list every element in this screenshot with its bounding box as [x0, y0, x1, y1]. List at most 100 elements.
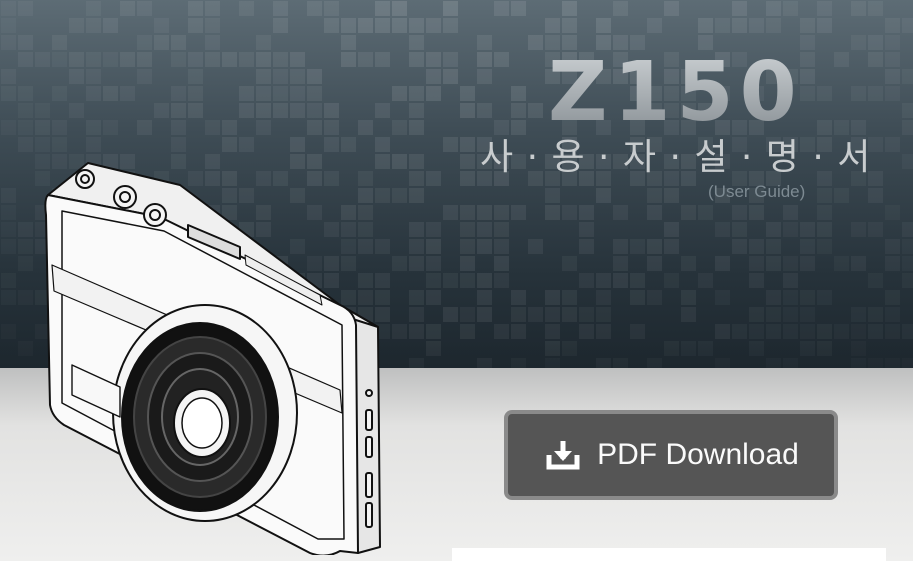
- mosaic-tile: [392, 86, 407, 101]
- mosaic-tile: [86, 18, 101, 33]
- mosaic-tile: [409, 222, 424, 237]
- mosaic-tile: [239, 103, 254, 118]
- mosaic-tile: [902, 324, 913, 339]
- mosaic-tile: [885, 52, 900, 67]
- mosaic-tile: [749, 273, 764, 288]
- mosaic-tile: [817, 239, 832, 254]
- mosaic-tile: [409, 52, 424, 67]
- mosaic-tile: [885, 307, 900, 322]
- mosaic-tile: [715, 324, 730, 339]
- mosaic-tile: [596, 324, 611, 339]
- mosaic-tile: [341, 18, 356, 33]
- mosaic-tile: [902, 154, 913, 169]
- mosaic-tile: [273, 103, 288, 118]
- mosaic-tile: [460, 324, 475, 339]
- mosaic-tile: [18, 35, 33, 50]
- mosaic-tile: [358, 120, 373, 135]
- mosaic-tile: [205, 52, 220, 67]
- mosaic-tile: [562, 18, 577, 33]
- mosaic-tile: [902, 273, 913, 288]
- mosaic-tile: [562, 256, 577, 271]
- mosaic-tile: [596, 273, 611, 288]
- mosaic-tile: [851, 307, 866, 322]
- mosaic-tile: [545, 18, 560, 33]
- mosaic-tile: [1, 205, 16, 220]
- mosaic-tile: [222, 120, 237, 135]
- mosaic-tile: [52, 137, 67, 152]
- mosaic-tile: [18, 290, 33, 305]
- page-title: 사 · 용 · 자 · 설 · 명 · 서: [480, 137, 872, 178]
- mosaic-tile: [460, 239, 475, 254]
- mosaic-tile: [885, 35, 900, 50]
- mosaic-tile: [647, 18, 662, 33]
- mosaic-tile: [596, 307, 611, 322]
- mosaic-tile: [341, 35, 356, 50]
- mosaic-tile: [494, 273, 509, 288]
- mosaic-tile: [205, 1, 220, 16]
- mosaic-tile: [171, 120, 186, 135]
- mosaic-tile: [341, 52, 356, 67]
- mosaic-tile: [698, 273, 713, 288]
- mosaic-tile: [35, 120, 50, 135]
- mosaic-tile: [256, 69, 271, 84]
- mosaic-tile: [86, 52, 101, 67]
- mosaic-tile: [324, 103, 339, 118]
- mosaic-tile: [562, 307, 577, 322]
- mosaic-tile: [545, 188, 560, 203]
- mosaic-tile: [647, 239, 662, 254]
- mosaic-tile: [171, 137, 186, 152]
- mosaic-tile: [69, 18, 84, 33]
- mosaic-tile: [409, 256, 424, 271]
- mosaic-tile: [613, 256, 628, 271]
- mosaic-tile: [426, 171, 441, 186]
- mosaic-tile: [868, 222, 883, 237]
- mosaic-tile: [171, 86, 186, 101]
- mosaic-tile: [868, 188, 883, 203]
- mosaic-tile: [188, 1, 203, 16]
- mosaic-tile: [392, 188, 407, 203]
- mosaic-tile: [86, 137, 101, 152]
- mosaic-tile: [545, 205, 560, 220]
- mosaic-tile: [103, 120, 118, 135]
- mosaic-tile: [18, 137, 33, 152]
- mosaic-tile: [460, 137, 475, 152]
- mosaic-tile: [664, 239, 679, 254]
- mosaic-tile: [188, 18, 203, 33]
- model-title: Z150: [548, 45, 803, 140]
- mosaic-tile: [783, 1, 798, 16]
- mosaic-tile: [834, 52, 849, 67]
- mosaic-tile: [698, 205, 713, 220]
- mosaic-tile: [460, 256, 475, 271]
- mosaic-tile: [715, 18, 730, 33]
- mosaic-tile: [239, 52, 254, 67]
- mosaic-tile: [460, 205, 475, 220]
- mosaic-tile: [18, 256, 33, 271]
- mosaic-tile: [86, 120, 101, 135]
- mosaic-tile: [392, 18, 407, 33]
- mosaic-tile: [409, 35, 424, 50]
- mosaic-tile: [239, 86, 254, 101]
- mosaic-tile: [630, 273, 645, 288]
- mosaic-tile: [443, 307, 458, 322]
- mosaic-tile: [307, 69, 322, 84]
- mosaic-tile: [443, 205, 458, 220]
- mosaic-tile: [477, 103, 492, 118]
- mosaic-tile: [273, 52, 288, 67]
- mosaic-tile: [69, 103, 84, 118]
- mosaic-tile: [256, 103, 271, 118]
- mosaic-tile: [732, 239, 747, 254]
- mosaic-tile: [579, 222, 594, 237]
- mosaic-tile: [902, 222, 913, 237]
- mosaic-tile: [222, 137, 237, 152]
- mosaic-tile: [817, 86, 832, 101]
- mosaic-tile: [868, 35, 883, 50]
- mosaic-tile: [579, 324, 594, 339]
- mosaic-tile: [375, 103, 390, 118]
- mosaic-tile: [137, 120, 152, 135]
- mosaic-tile: [35, 52, 50, 67]
- mosaic-tile: [1, 188, 16, 203]
- pdf-download-button[interactable]: PDF Download: [504, 410, 838, 500]
- mosaic-tile: [426, 256, 441, 271]
- mosaic-tile: [647, 256, 662, 271]
- mosaic-tile: [460, 103, 475, 118]
